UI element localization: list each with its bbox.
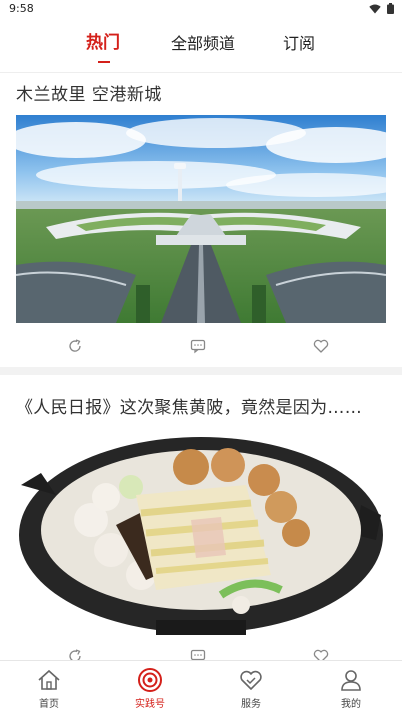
article-title[interactable]: 《人民日报》这次聚焦黄陂，竟然是因为…… [16, 393, 362, 418]
tab-hot[interactable]: 热门 [86, 28, 120, 53]
active-tab-indicator [98, 61, 110, 63]
article-actions [0, 338, 402, 358]
nav-home[interactable]: 首页 [19, 667, 79, 710]
home-icon [38, 669, 60, 690]
profile-icon [341, 670, 361, 691]
tab-all-channels[interactable]: 全部频道 [171, 30, 235, 54]
article-title[interactable]: 木兰故里 空港新城 [16, 80, 162, 105]
status-bar: 9:58 [0, 0, 402, 20]
airport-aerial-illustration [16, 115, 386, 323]
nav-service[interactable]: 服务 [221, 667, 281, 710]
nav-practice[interactable]: 实践号 [120, 667, 180, 710]
tabs-divider [0, 72, 402, 73]
clay-pot-dish-illustration [19, 437, 383, 635]
section-gap [0, 367, 402, 375]
article-image[interactable] [16, 115, 386, 323]
channel-tabs: 热门 全部频道 订阅 [0, 28, 402, 66]
comment-icon[interactable] [190, 338, 206, 354]
battery-icon [387, 3, 394, 14]
nav-mine[interactable]: 我的 [321, 667, 381, 710]
heart-service-icon [240, 670, 262, 690]
nav-service-label: 服务 [241, 699, 261, 710]
tab-subscribe[interactable]: 订阅 [283, 30, 315, 54]
share-icon[interactable] [67, 338, 83, 354]
article-image[interactable] [16, 425, 386, 635]
nav-practice-label: 实践号 [135, 699, 165, 710]
status-time: 9:58 [9, 2, 34, 15]
like-icon[interactable] [313, 338, 329, 354]
nav-home-label: 首页 [39, 699, 59, 710]
status-icons [369, 3, 394, 14]
wifi-icon [369, 4, 381, 13]
target-icon [138, 668, 162, 692]
nav-mine-label: 我的 [341, 699, 361, 710]
bottom-navigation: 首页 实践号 服务 我的 [0, 660, 402, 715]
